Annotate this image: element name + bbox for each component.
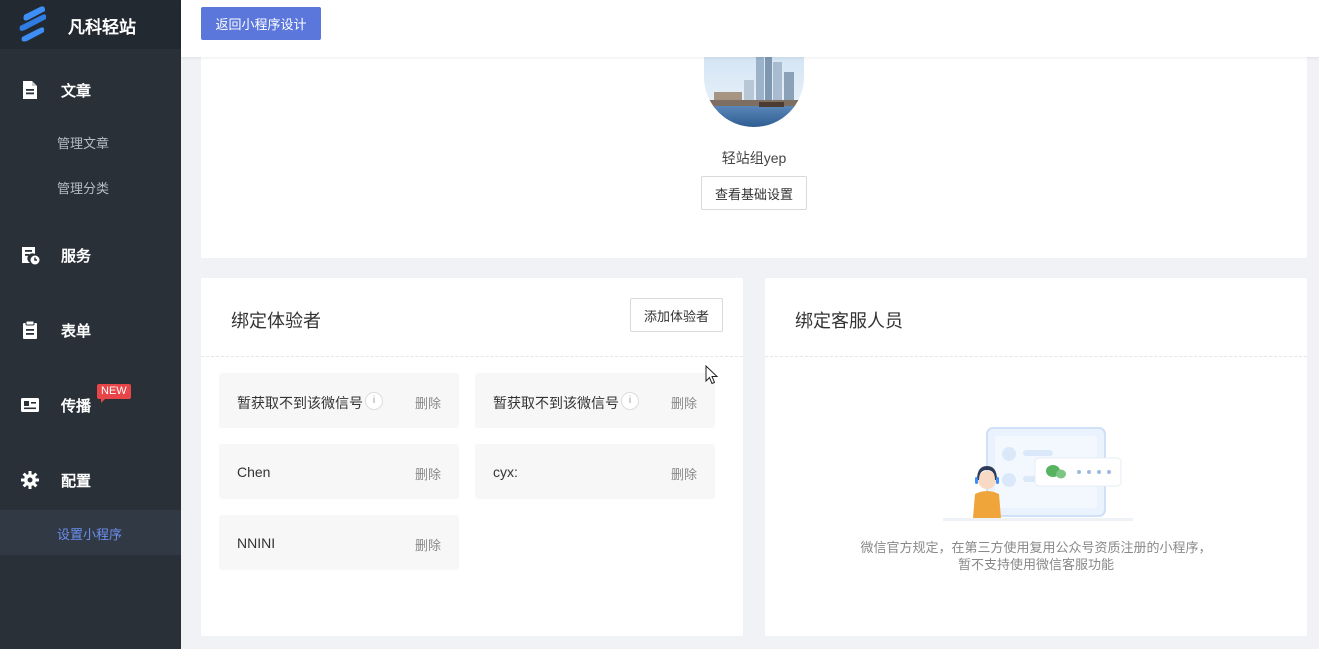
delete-tester-button[interactable]: 删除 [415,535,441,554]
service-icon [22,247,40,265]
delete-tester-button[interactable]: 删除 [415,393,441,412]
sidebar-item-config[interactable]: 配置 [0,460,181,500]
tester-item: 暂获取不到该微信号 i 删除 [475,373,715,428]
tester-name: Chen [237,464,271,480]
brand-name: 凡科轻站 [68,18,136,37]
sidebar-item-manage-articles[interactable]: 管理文章 [0,122,181,162]
tester-item: cyx: 删除 [475,444,715,499]
customer-service-title: 绑定客服人员 [795,311,903,331]
tester-item: 暂获取不到该微信号 i 删除 [219,373,459,428]
sidebar-item-label: 设置小程序 [57,527,123,542]
tester-name: 暂获取不到该微信号 [493,395,619,411]
sidebar-item-label: 配置 [61,472,92,490]
customer-service-illustration [943,427,1133,521]
sidebar-item-label: 服务 [61,247,92,265]
testers-title: 绑定体验者 [231,311,321,331]
sidebar: 凡科轻站 文章 管理文章 管理分类 服务 表单 传播 NEW 配置 设置小程序 [0,0,181,649]
sidebar-item-spread[interactable]: 传播 NEW [0,384,181,425]
tester-name: 暂获取不到该微信号 [237,395,363,411]
notice-line: 暂不支持使用微信客服功能 [957,557,1114,572]
gear-icon [21,471,39,489]
sidebar-item-manage-categories[interactable]: 管理分类 [0,167,181,207]
fanke-logo-icon [19,6,47,42]
clipboard-icon [23,320,37,339]
tester-item: NNINI 删除 [219,515,459,570]
customer-service-notice: 微信官方规定，在第三方使用复用公众号资质注册的小程序， 暂不支持使用微信客服功能 [765,539,1307,573]
sidebar-item-service[interactable]: 服务 [0,235,181,275]
sidebar-item-label: 表单 [61,322,92,340]
brand[interactable]: 凡科轻站 [0,0,181,49]
view-basic-settings-button[interactable]: 查看基础设置 [701,176,807,210]
sidebar-item-miniprogram-settings[interactable]: 设置小程序 [0,510,181,555]
app-info-card: 轻站组yep 查看基础设置 [201,40,1307,258]
info-icon[interactable]: i [365,392,383,410]
delete-tester-button[interactable]: 删除 [671,393,697,412]
divider [765,356,1307,357]
sidebar-item-label: 文章 [61,82,92,100]
testers-card: 绑定体验者 添加体验者 暂获取不到该微信号 i 删除 暂获取不到该微信号 i 删… [201,278,743,636]
divider [201,356,743,357]
delete-tester-button[interactable]: 删除 [671,464,697,483]
customer-service-card: 绑定客服人员 微信官方规定，在第三方使用复用公众号资质注册的小程序， 暂不支持使… [765,278,1307,636]
document-icon [23,81,37,99]
tester-item: Chen 删除 [219,444,459,499]
sidebar-item-forms[interactable]: 表单 [0,310,181,350]
new-badge: NEW [97,384,131,403]
tester-name: cyx: [493,464,518,480]
back-to-design-button[interactable]: 返回小程序设计 [201,7,321,40]
delete-tester-button[interactable]: 删除 [415,464,441,483]
add-tester-button[interactable]: 添加体验者 [630,298,723,332]
app-name: 轻站组yep [721,150,787,166]
sidebar-item-label: 传播 [61,397,92,415]
sidebar-item-label: 管理文章 [57,136,110,151]
sidebar-item-articles[interactable]: 文章 [0,70,181,110]
notice-line: 微信官方规定，在第三方使用复用公众号资质注册的小程序， [860,540,1212,555]
sidebar-item-label: 管理分类 [57,181,110,196]
id-card-icon [21,398,39,412]
mouse-cursor-icon [705,365,719,385]
info-icon[interactable]: i [621,392,639,410]
top-header: 返回小程序设计 [181,0,1319,57]
tester-name: NNINI [237,535,276,551]
